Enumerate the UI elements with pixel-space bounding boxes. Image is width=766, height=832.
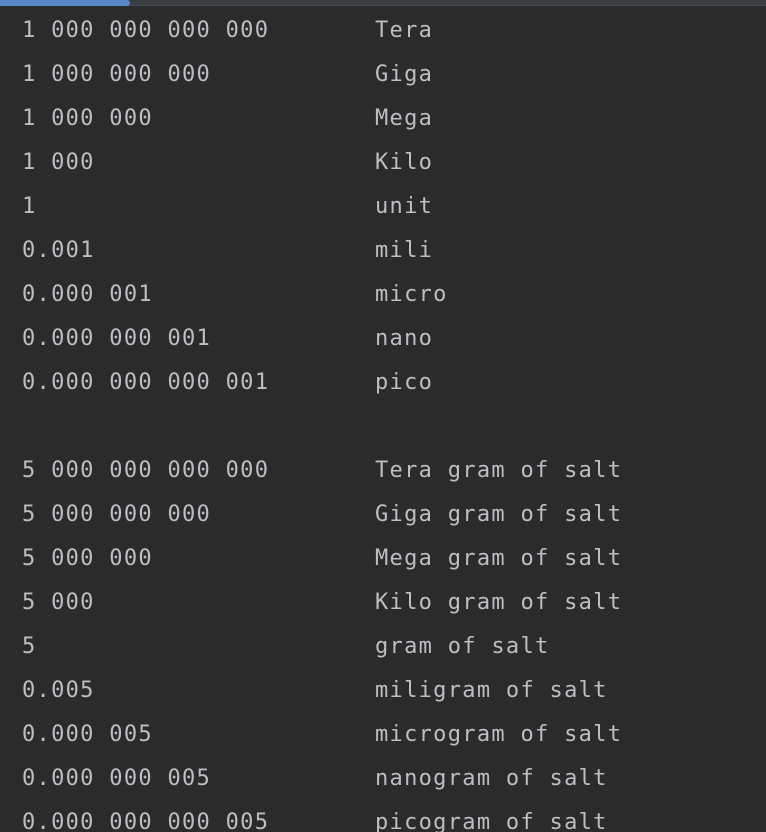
output-line: 5 000 000 Mega gram of salt [22, 542, 762, 586]
console-output-panel: 1 000 000 000 000 Tera 1 000 000 000 Gig… [0, 0, 766, 832]
unit-value: 1 000 000 000 000 [22, 18, 270, 43]
output-line: 5 000 000 000 000 Tera gram of salt [22, 454, 762, 498]
unit-name: Mega [375, 106, 434, 131]
salt-name: Tera gram of salt [375, 458, 623, 483]
unit-value: 0.000 000 001 [22, 326, 212, 351]
salt-value: 5 [22, 634, 37, 659]
salt-value: 5 000 [22, 590, 95, 615]
salt-name: picogram of salt [375, 810, 608, 832]
output-line: 1 000 Kilo [22, 146, 762, 190]
salt-name: nanogram of salt [375, 766, 608, 791]
output-line: 1 000 000 000 Giga [22, 58, 762, 102]
unit-name: mili [375, 238, 434, 263]
salt-value: 5 000 000 000 [22, 502, 212, 527]
unit-value: 1 000 000 000 [22, 62, 212, 87]
salt-name: Kilo gram of salt [375, 590, 623, 615]
unit-value: 0.000 000 000 001 [22, 370, 270, 395]
output-line: 0.000 000 000 005 picogram of salt [22, 806, 762, 832]
output-line: 0.005 miligram of salt [22, 674, 762, 718]
salt-name: microgram of salt [375, 722, 623, 747]
salt-name: Mega gram of salt [375, 546, 623, 571]
output-line: 0.000 001 micro [22, 278, 762, 322]
unit-value: 1 [22, 194, 37, 219]
unit-name: Kilo [375, 150, 434, 175]
output-line: 0.001 mili [22, 234, 762, 278]
console-text: 1 000 000 000 000 Tera 1 000 000 000 Gig… [22, 14, 762, 832]
output-line: 0.000 000 001 nano [22, 322, 762, 366]
output-line: 0.000 000 000 001 pico [22, 366, 762, 410]
unit-value: 0.000 001 [22, 282, 153, 307]
output-line: 1 unit [22, 190, 762, 234]
output-line: 1 000 000 000 000 Tera [22, 14, 762, 58]
output-line: 0.000 000 005 nanogram of salt [22, 762, 762, 806]
salt-name: gram of salt [375, 634, 550, 659]
output-line: 0.000 005 microgram of salt [22, 718, 762, 762]
unit-name: micro [375, 282, 448, 307]
unit-name: nano [375, 326, 434, 351]
salt-value: 5 000 000 000 000 [22, 458, 270, 483]
horizontal-scrollbar[interactable] [0, 0, 766, 6]
scrollbar-thumb[interactable] [0, 0, 130, 6]
salt-value: 0.000 005 [22, 722, 153, 747]
unit-name: unit [375, 194, 434, 219]
salt-value: 0.005 [22, 678, 95, 703]
unit-value: 1 000 000 [22, 106, 153, 131]
unit-name: Giga [375, 62, 434, 87]
salt-value: 0.000 000 000 005 [22, 810, 270, 832]
salt-name: Giga gram of salt [375, 502, 623, 527]
unit-name: Tera [375, 18, 434, 43]
output-line: 1 000 000 Mega [22, 102, 762, 146]
salt-name: miligram of salt [375, 678, 608, 703]
salt-value: 5 000 000 [22, 546, 153, 571]
unit-value: 1 000 [22, 150, 95, 175]
salt-value: 0.000 000 005 [22, 766, 212, 791]
unit-value: 0.001 [22, 238, 95, 263]
output-line: 5 000 000 000 Giga gram of salt [22, 498, 762, 542]
output-line: 5 gram of salt [22, 630, 762, 674]
unit-name: pico [375, 370, 434, 395]
output-line: 5 000 Kilo gram of salt [22, 586, 762, 630]
